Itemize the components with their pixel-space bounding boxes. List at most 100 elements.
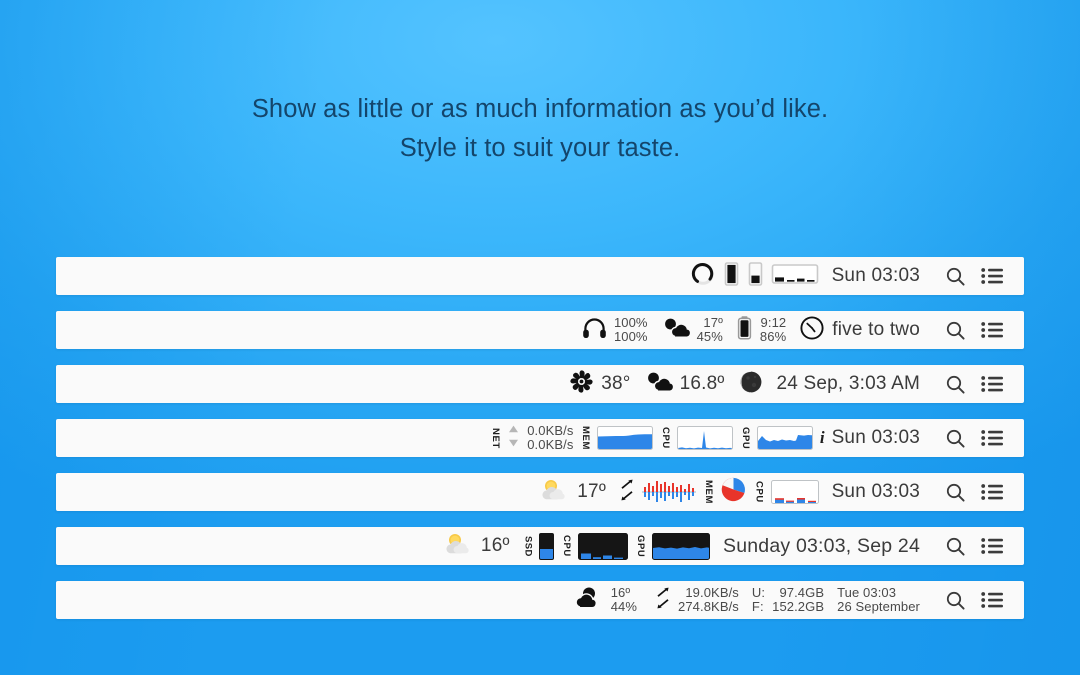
cpu-graph-dark[interactable] [578,532,629,560]
battery-time: 9:12 [760,314,787,330]
clock-text[interactable]: Sun 03:03 [832,265,920,287]
gpu-label: GPU [739,426,751,450]
bar-7-items: 16º 44% 19.0KB/s 274.8KB/s U: F: 97.4GB … [573,585,920,615]
mem-graph[interactable] [597,426,654,450]
menu-list-icon[interactable] [972,267,1012,285]
weather-humidity: 45% [696,329,723,344]
cpu-label: CPU [660,427,671,449]
disk-used-value: 97.4GB [779,584,825,600]
net-speed-up: 19.0KB/s [685,584,739,600]
weather-temp: 17º [703,314,723,330]
disk-usage-labels: U: F: [751,584,766,615]
battery-icon[interactable] [736,315,753,346]
weather-values: 16º 44% [610,585,638,615]
net-label-text: NET [490,427,502,449]
bar-3-items: 38° 16.8º [569,369,763,399]
date-stack[interactable]: Tue 03:03 26 September [837,584,920,615]
moon-phase-icon[interactable] [738,369,764,400]
search-icon[interactable] [938,482,972,503]
mem-label-text: MEM [702,480,714,504]
menu-bar-1[interactable]: Sun 03:03 [56,257,1024,295]
cpu-graph[interactable] [677,426,734,450]
analog-clock-icon[interactable] [799,315,825,346]
menu-list-icon[interactable] [972,591,1012,609]
gpu-label-text: GPU [739,426,751,450]
page-title: Show as little or as much information as… [0,90,1080,168]
date-time: Tue 03:03 [837,584,897,600]
weather-sun-behind-cloud-emoji[interactable] [444,531,474,561]
menu-list-icon[interactable] [972,483,1012,501]
vertical-bar-partial-icon[interactable] [747,261,764,292]
menu-list-icon[interactable] [972,321,1012,339]
net-speed-down: 0.0KB/s [527,437,574,452]
cpu-label: CPU [754,481,765,503]
gpu-graph-dark[interactable] [652,532,710,560]
menu-bar-7[interactable]: 16º 44% 19.0KB/s 274.8KB/s U: F: 97.4GB … [56,581,1024,619]
menu-bar-2[interactable]: 100% 100% 17º 45% 9:12 86% five to two [56,311,1024,349]
weather-sun-behind-cloud-emoji[interactable] [540,477,570,507]
cpu-bar-graph[interactable] [770,480,819,504]
ssd-label: SSD [522,536,533,557]
clock-text[interactable]: Sun 03:03 [832,427,920,449]
menu-bar-6[interactable]: 16º SSD CPU GPU Sunday 03:03, Sep 24 [56,527,1024,565]
ssd-gauge[interactable] [539,532,555,560]
clock-text[interactable]: 24 Sep, 3:03 AM [777,373,921,395]
net-speed-up: 0.0KB/s [527,422,574,438]
gpu-label: GPU [635,534,646,558]
gpu-label-text: GPU [635,534,646,558]
bar-1-items [690,261,819,291]
weather-temp-value: 16.8º [679,373,725,394]
disk-usage-values: 97.4GB 152.2GB [772,584,825,615]
search-icon[interactable] [938,536,972,557]
net-arrows-diagonal-icon[interactable] [655,586,671,615]
net-graph[interactable] [641,480,696,504]
menu-list-icon[interactable] [972,429,1012,447]
fan-temp-value: 38° [601,373,631,394]
mem-label-text: MEM [580,426,592,450]
search-icon[interactable] [938,266,972,287]
menu-bar-5[interactable]: 17º MEM CPU Sun 03:03 [56,473,1024,511]
cpu-label-text: CPU [561,535,573,557]
headphones-icon[interactable] [582,316,607,345]
menu-list-icon[interactable] [972,537,1012,555]
mem-pie-chart[interactable] [720,476,747,508]
weather-humidity: 44% [610,599,638,614]
menu-bar-3[interactable]: 38° 16.8º 24 Sep, 3:03 AM [56,365,1024,403]
cpu-label: CPU [561,535,573,557]
vertical-bar-full-icon[interactable] [723,261,740,292]
disk-free-label: F: [751,599,764,614]
weather-cloud-sun-icon[interactable] [661,316,690,345]
bar-5-items: 17º MEM CPU [540,476,819,508]
fan-icon[interactable] [569,369,594,399]
search-icon[interactable] [938,428,972,449]
headphones-value-bottom: 100% [613,329,648,344]
search-icon[interactable] [938,320,972,341]
search-icon[interactable] [938,374,972,395]
weather-values: 17º 45% [696,314,723,345]
clock-text[interactable]: Sun 03:03 [832,481,920,503]
ring-gauge-icon[interactable] [690,261,716,292]
menu-list-icon[interactable] [972,375,1012,393]
battery-percent: 86% [759,329,787,344]
net-speed: 0.0KB/s 0.0KB/s [527,422,574,453]
net-speed: 19.0KB/s 274.8KB/s [678,584,739,615]
bar-6-items: 16º SSD CPU GPU [444,531,710,561]
menu-bar-4[interactable]: NET 0.0KB/s 0.0KB/s MEM CPU GPU i Sun 03… [56,419,1024,457]
info-icon[interactable]: i [820,428,825,448]
net-arrows-diagonal-icon[interactable] [619,478,635,507]
mem-label: MEM [702,480,714,504]
net-speed-down: 274.8KB/s [678,599,739,614]
weather-cloud-sun-icon[interactable] [644,370,673,399]
gpu-graph[interactable] [756,426,813,450]
weather-cloud-icon[interactable] [573,585,604,615]
bar-4-items: NET 0.0KB/s 0.0KB/s MEM CPU GPU i [490,423,824,453]
clock-text[interactable]: five to two [832,319,920,341]
clock-text[interactable]: Sunday 03:03, Sep 24 [723,535,920,558]
net-label: NET [490,427,502,449]
disk-used-label: U: [751,584,766,600]
search-icon[interactable] [938,590,972,611]
net-arrows-updown-icon[interactable] [507,423,520,454]
headline-line-1: Show as little or as much information as… [251,95,829,123]
battery-values: 9:12 86% [759,314,787,345]
mini-bar-chart-icon[interactable] [771,261,819,292]
